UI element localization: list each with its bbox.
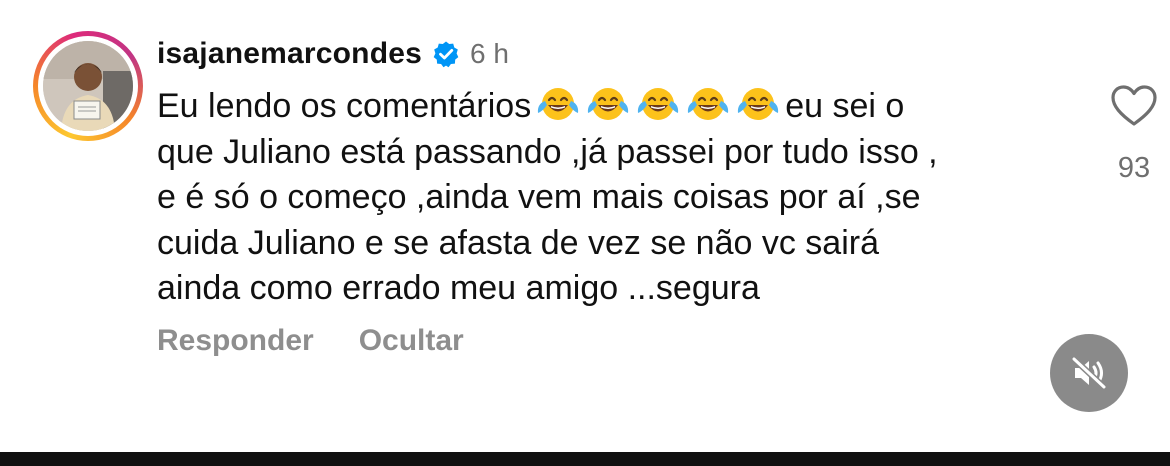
face-with-tears-of-joy-icon [588,88,629,120]
heart-icon[interactable] [1110,84,1158,128]
face-with-tears-of-joy-icon [538,88,579,120]
face-with-tears-of-joy-icon [638,88,679,120]
username[interactable]: isajanemarcondes [157,37,422,71]
bottom-bar [0,452,1170,466]
hide-button[interactable]: Ocultar [359,324,464,358]
comment-line: ainda como errado meu amigo ...segura [157,269,760,307]
speaker-muted-icon [1071,356,1107,390]
avatar-photo [43,41,133,131]
comment-text: Eu lendo os comentários eu sei o que Juli… [157,84,1057,312]
comment-line: cuida Juliano e se afasta de vez se não … [157,223,879,262]
comment-header: isajanemarcondes 6 h [157,34,509,74]
emoji-group [535,84,781,124]
comment-line: e é só o começo ,ainda vem mais coisas p… [157,178,921,216]
avatar-story-ring[interactable] [33,31,143,141]
like-count: 93 [1117,152,1151,184]
comment-line: Eu lendo os comentários eu sei o [157,84,1057,130]
reply-button[interactable]: Responder [157,324,314,358]
comment-line: que Juliano está passando ,já passei por… [157,132,938,171]
comment-actions: Responder Ocultar [157,324,464,358]
face-with-tears-of-joy-icon [738,88,779,120]
avatar[interactable] [43,41,133,131]
face-with-tears-of-joy-icon [688,88,729,120]
comment-screen: isajanemarcondes 6 h Eu lendo os comentá… [0,0,1170,466]
verified-badge-icon [432,40,460,68]
mute-button[interactable] [1050,334,1128,412]
timestamp: 6 h [470,38,509,69]
